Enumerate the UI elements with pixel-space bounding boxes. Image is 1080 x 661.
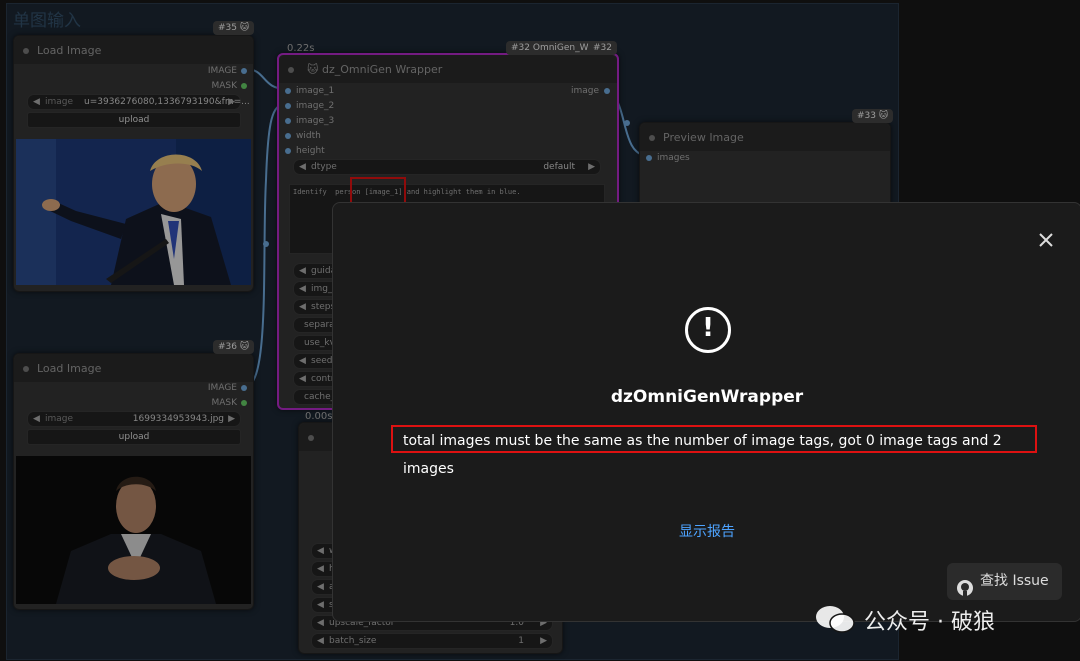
alert-circle-icon: !: [685, 307, 731, 353]
error-dialog: ! dzOmniGenWrapper total images must be …: [332, 202, 1080, 622]
find-issue-button[interactable]: 查找 Issue: [947, 563, 1062, 600]
show-report-link[interactable]: 显示报告: [333, 521, 1080, 541]
close-icon[interactable]: [1037, 231, 1055, 249]
wechat-icon: [814, 604, 856, 640]
dialog-title: dzOmniGenWrapper: [610, 387, 804, 407]
error-message: total images must be the same as the num…: [391, 425, 1037, 477]
find-issue-label: 查找 Issue: [980, 573, 1049, 589]
watermark-text: 公众号 · 破狼: [864, 610, 995, 635]
